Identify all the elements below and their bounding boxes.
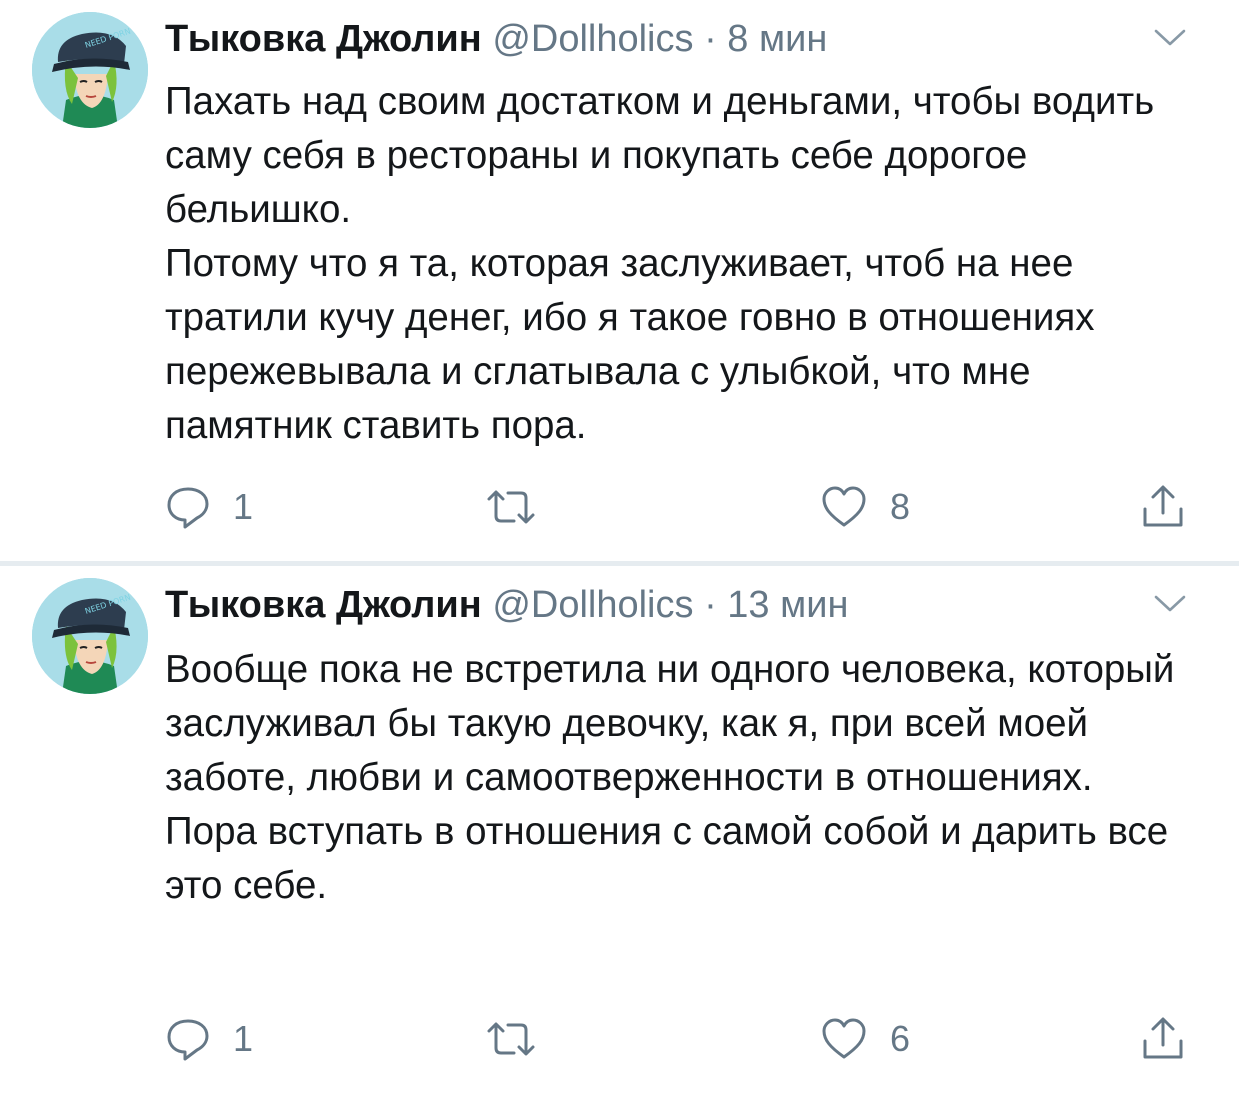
- like-count: 6: [890, 1018, 911, 1059]
- tweet-header: Тыковка Джолин @Dollholics · 13 мин: [165, 580, 1189, 630]
- retweet-button[interactable]: [485, 483, 559, 531]
- like-count: 8: [890, 486, 911, 527]
- avatar-illustration: NEED PORN: [32, 578, 148, 694]
- avatar-illustration: NEED PORN: [32, 12, 148, 128]
- chevron-down-icon[interactable]: [1153, 27, 1187, 49]
- avatar[interactable]: NEED PORN: [32, 578, 148, 694]
- author-name[interactable]: Тыковка Джолин: [165, 584, 482, 626]
- separator-dot: ·: [704, 584, 717, 626]
- like-button[interactable]: 6: [820, 1015, 910, 1063]
- retweet-button[interactable]: [485, 1015, 559, 1063]
- tweet-actions: 1 6: [165, 1015, 1195, 1063]
- tweet-feed: NEED PORN Тыковка Джолин @Dollholics · 8…: [0, 0, 1239, 1097]
- tweet-text: Пахать над своим достатком и деньгами, ч…: [165, 80, 1155, 447]
- timestamp[interactable]: 8 мин: [727, 18, 827, 60]
- author-handle[interactable]: @Dollholics: [492, 18, 693, 60]
- speech-bubble-icon: [167, 1019, 209, 1061]
- reply-count: 1: [233, 1018, 254, 1059]
- separator-dot: ·: [704, 18, 717, 60]
- retweet-arrows-icon: [487, 490, 535, 524]
- tweet-text: Вообще пока не встретила ни одного челов…: [165, 648, 1175, 907]
- speech-bubble-icon: [167, 487, 209, 529]
- chevron-down-icon[interactable]: [1153, 593, 1187, 615]
- avatar[interactable]: NEED PORN: [32, 12, 148, 128]
- reply-count: 1: [233, 486, 254, 527]
- reply-button[interactable]: 1: [165, 483, 253, 531]
- share-button[interactable]: [1140, 483, 1186, 531]
- author-name[interactable]: Тыковка Джолин: [165, 18, 482, 60]
- tweet-actions: 1 8: [165, 483, 1195, 531]
- share-button[interactable]: [1140, 1015, 1186, 1063]
- timestamp[interactable]: 13 мин: [727, 584, 848, 626]
- author-handle[interactable]: @Dollholics: [492, 584, 693, 626]
- like-button[interactable]: 8: [820, 483, 910, 531]
- heart-icon: [822, 1018, 866, 1059]
- heart-icon: [822, 486, 866, 527]
- reply-button[interactable]: 1: [165, 1015, 253, 1063]
- retweet-arrows-icon: [487, 1022, 535, 1056]
- share-upload-icon: [1143, 485, 1183, 527]
- share-upload-icon: [1143, 1017, 1183, 1059]
- tweet-header: Тыковка Джолин @Dollholics · 8 мин: [165, 14, 1189, 64]
- tweet[interactable]: NEED PORN Тыковка Джолин @Dollholics · 8…: [0, 0, 1239, 561]
- tweet[interactable]: NEED PORN Тыковка Джолин @Dollholics · 1…: [0, 566, 1239, 1097]
